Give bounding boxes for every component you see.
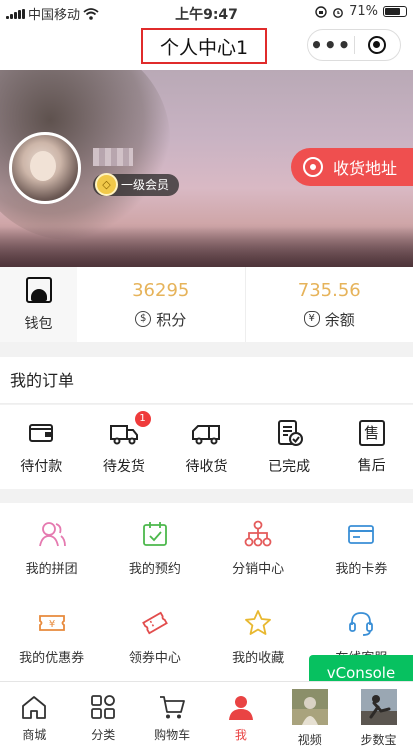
avatar[interactable] [9,132,81,204]
close-button[interactable] [354,36,400,54]
banner-ground [0,227,413,267]
points-label-row: $ 积分 [135,309,186,330]
wallet-icon [29,423,54,442]
more-dots-icon[interactable]: ••• [308,35,354,55]
calendar-check-icon [142,521,167,546]
balance-stat[interactable]: 735.56 ¥ 余额 [244,267,413,342]
tab-mall[interactable]: 商城 [0,682,69,754]
points-stat[interactable]: 36295 $ 积分 [77,267,245,342]
service-label: 我的拼团 [25,561,78,577]
tab-label: 分类 [91,727,116,742]
wallet-avatar-icon [25,276,52,303]
delivery-truck-icon [192,424,221,444]
status-bar: 中国移动 上午9:47 71% [0,0,413,24]
person-icon [228,695,253,720]
profile-banner: ◇ 一级会员 收货地址 [0,70,413,267]
tab-me[interactable]: 我 [206,682,275,754]
distribution-icon [244,520,272,546]
battery-percent: 71% [349,4,378,19]
alarm-icon [333,7,343,18]
home-icon [22,695,47,719]
order-completed[interactable]: 已完成 [248,405,331,489]
tab-bar: 商城 分类 购物车 我 视频 步数宝 [0,681,413,754]
order-pending-payment[interactable]: 待付款 [0,405,83,489]
order-label: 售后 [357,457,386,474]
tab-cart[interactable]: 购物车 [138,682,207,754]
category-icon [91,694,116,719]
video-thumb [291,688,328,725]
balance-label-row: ¥ 余额 [303,309,355,330]
service-favorites[interactable]: 我的收藏 [207,592,310,681]
order-after-sale[interactable]: 售 售后 [330,405,413,489]
tab-label: 视频 [297,732,322,747]
service-label: 我的卡券 [335,561,388,577]
wallet-row: 钱包 36295 $ 积分 735.56 ¥ 余额 [0,267,413,342]
headset-icon [349,611,374,636]
page-title: 个人中心1 [141,28,267,64]
tab-label: 商城 [22,727,47,742]
service-booking[interactable]: 我的预约 [103,503,206,592]
svg-text:¥: ¥ [48,619,54,630]
member-level-label: 一级会员 [121,178,170,192]
order-label: 待收货 [185,458,228,475]
steps-thumb [360,688,397,725]
wallet-button[interactable]: 钱包 [0,267,77,342]
address-button-label: 收货地址 [333,159,398,178]
order-label: 待付款 [20,458,63,475]
coupon-icon: ¥ [38,614,65,631]
diamond-icon: ◇ [95,173,118,196]
service-cards[interactable]: 我的卡券 [310,503,413,592]
address-button[interactable]: 收货地址 [291,148,413,186]
avatar-face [30,151,56,181]
miniprogram-capsule: ••• [307,29,401,61]
tab-steps[interactable]: 步数宝 [344,682,413,754]
battery-icon [383,6,407,17]
nav-bar: 个人中心1 ••• [0,24,413,70]
tab-label: 步数宝 [360,732,397,747]
tab-label: 购物车 [154,727,191,742]
tab-video[interactable]: 视频 [275,682,344,754]
rotation-lock-icon [315,5,327,18]
order-pending-shipment[interactable]: 1 待发货 [83,405,166,489]
after-sale-icon: 售 [358,419,385,446]
member-level-badge: ◇ 一级会员 [93,173,180,196]
wallet-label: 钱包 [24,315,53,332]
tab-label: 我 [234,727,247,742]
cart-icon [160,695,185,718]
service-coupons[interactable]: ¥ 我的优惠券 [0,592,103,681]
balance-label: 余额 [324,310,355,329]
balance-value: 735.56 [297,279,361,301]
card-icon [348,524,375,544]
tab-category[interactable]: 分类 [69,682,138,754]
ticket-icon [141,611,168,634]
service-group-buy[interactable]: 我的拼团 [0,503,103,592]
service-label: 我的收藏 [232,650,285,666]
group-buy-icon [38,521,66,546]
status-right: 71% [315,4,407,19]
order-count-badge: 1 [134,411,151,427]
dollar-circle-icon: $ [135,311,152,327]
blurred-username [93,148,133,166]
orders-section-title[interactable]: 我的订单 [0,357,413,404]
orders-row: 待付款 1 待发货 待收货 已完成 售 售后 [0,405,413,489]
order-label: 待发货 [102,458,145,475]
service-label: 我的预约 [128,561,181,577]
location-pin-icon [303,157,323,177]
service-label: 领券中心 [128,650,181,666]
truck-icon [109,424,138,444]
points-value: 36295 [132,279,190,301]
service-label: 我的优惠券 [19,650,85,666]
service-distribution[interactable]: 分销中心 [207,503,310,592]
service-label: 分销中心 [232,561,285,577]
order-label: 已完成 [268,458,311,475]
checklist-icon [278,419,304,446]
order-pending-receipt[interactable]: 待收货 [165,405,248,489]
points-label: 积分 [156,310,187,329]
money-bag-icon: ¥ [303,311,320,327]
service-coupon-center[interactable]: 领券中心 [103,592,206,681]
star-icon [245,609,272,635]
target-close-icon [368,36,387,54]
